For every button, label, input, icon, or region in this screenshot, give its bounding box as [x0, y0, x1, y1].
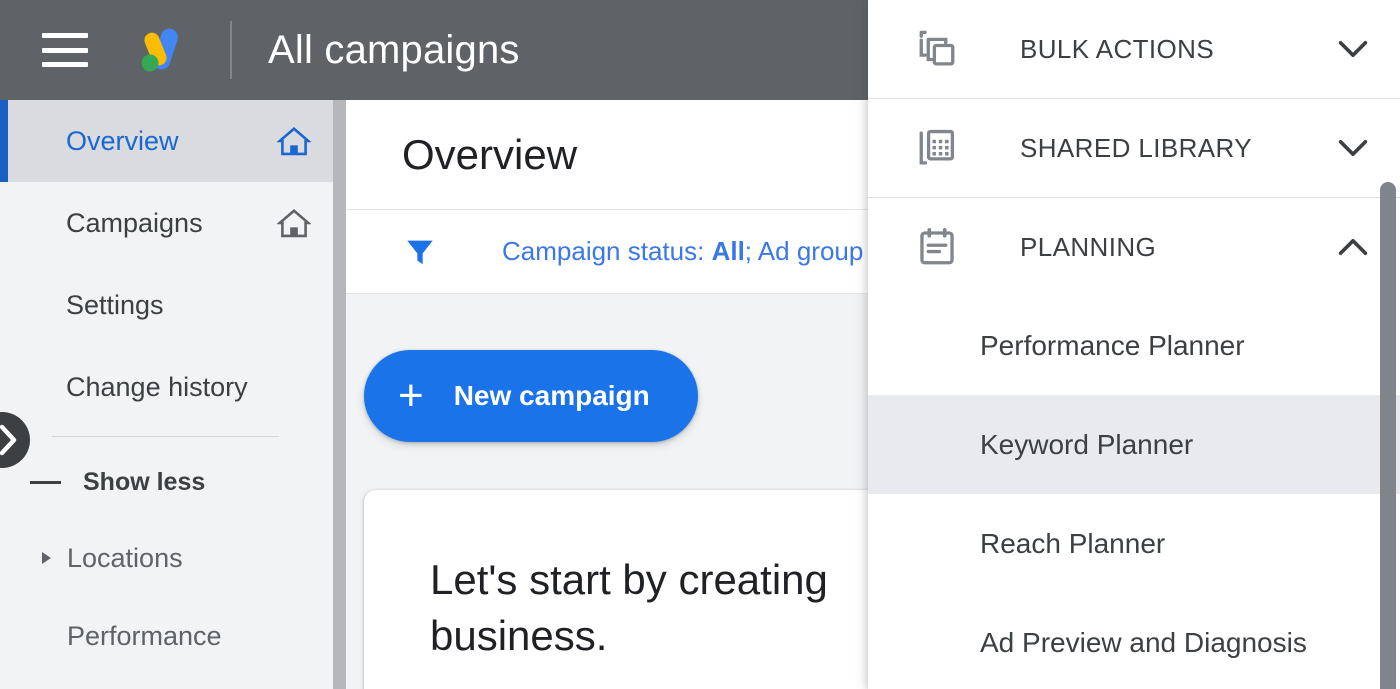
panel-item-label: Reach Planner	[980, 528, 1165, 560]
sidebar-item-campaigns[interactable]: Campaigns	[0, 182, 333, 264]
app-root: All campaigns Overview Campaigns Setting…	[0, 0, 1400, 689]
panel-section-label: BULK ACTIONS	[1020, 34, 1336, 65]
tools-dropdown-panel: BULK ACTIONS SHARED LIBRARY	[868, 0, 1400, 689]
panel-item-keyword-planner[interactable]: Keyword Planner	[868, 395, 1400, 494]
filter-value: All	[712, 236, 745, 266]
sidebar-item-label: Change history	[66, 372, 311, 403]
sidebar-scrollbar-thumb[interactable]	[333, 100, 346, 689]
calendar-note-icon	[916, 226, 958, 268]
overview-heading: Overview	[402, 131, 577, 179]
panel-section-label: SHARED LIBRARY	[1020, 133, 1336, 164]
chevron-down-icon[interactable]	[1336, 38, 1370, 60]
show-less-button[interactable]: Show less	[0, 445, 333, 519]
header-divider	[230, 21, 232, 79]
panel-item-reach-planner[interactable]: Reach Planner	[868, 494, 1400, 593]
page-title: All campaigns	[268, 28, 520, 73]
grid-table-icon	[916, 127, 958, 169]
chevron-up-icon[interactable]	[1336, 236, 1370, 258]
panel-section-shared-library[interactable]: SHARED LIBRARY	[868, 99, 1400, 197]
panel-section-planning[interactable]: PLANNING	[868, 198, 1400, 296]
sidebar-subitem-label: Locations	[67, 543, 183, 574]
chevron-right-icon	[0, 423, 21, 457]
plus-icon: +	[398, 374, 424, 418]
sidebar-item-overview[interactable]: Overview	[0, 100, 333, 182]
sidebar-item-locations[interactable]: Locations	[0, 519, 333, 597]
left-sidebar: Overview Campaigns Settings Change histo…	[0, 100, 333, 689]
sidebar-item-label: Campaigns	[66, 208, 277, 239]
panel-item-performance-planner[interactable]: Performance Planner	[868, 296, 1400, 395]
sidebar-item-change-history[interactable]: Change history	[0, 346, 333, 428]
sidebar-item-settings[interactable]: Settings	[0, 264, 333, 346]
filter-suffix: ; Ad group	[745, 236, 864, 266]
sidebar-item-label: Overview	[66, 126, 277, 157]
sidebar-item-performance[interactable]: Performance	[0, 597, 333, 675]
hamburger-menu-icon[interactable]	[42, 33, 88, 67]
hamburger-line	[42, 48, 88, 53]
sidebar-divider	[52, 436, 279, 437]
filter-funnel-icon[interactable]	[404, 236, 436, 268]
hamburger-line	[42, 33, 88, 38]
sidebar-item-label: Settings	[66, 290, 311, 321]
new-campaign-button[interactable]: + New campaign	[364, 350, 698, 442]
panel-item-label: Performance Planner	[980, 330, 1245, 362]
copy-layers-icon	[916, 28, 958, 70]
show-less-label: Show less	[83, 468, 205, 497]
home-icon	[277, 126, 311, 156]
panel-item-label: Ad Preview and Diagnosis	[980, 627, 1307, 659]
caret-right-icon	[42, 552, 51, 564]
chevron-down-icon[interactable]	[1336, 137, 1370, 159]
google-ads-logo-icon	[132, 22, 188, 78]
google-ads-logo[interactable]	[132, 22, 188, 78]
sidebar-subitem-label: Performance	[67, 621, 222, 652]
panel-section-bulk-actions[interactable]: BULK ACTIONS	[868, 0, 1400, 98]
panel-item-ad-preview-and-diagnosis[interactable]: Ad Preview and Diagnosis	[868, 593, 1400, 689]
filter-chip[interactable]: Campaign status: All; Ad group	[502, 236, 863, 267]
hamburger-line	[42, 62, 88, 67]
minus-icon	[30, 481, 61, 484]
new-campaign-label: New campaign	[454, 380, 650, 412]
filter-prefix: Campaign status:	[502, 236, 712, 266]
home-icon	[277, 208, 311, 238]
panel-item-label: Keyword Planner	[980, 429, 1193, 461]
sidebar-scrollbar[interactable]	[333, 100, 346, 689]
panel-section-label: PLANNING	[1020, 232, 1336, 263]
panel-scrollbar-thumb[interactable]	[1380, 182, 1396, 689]
